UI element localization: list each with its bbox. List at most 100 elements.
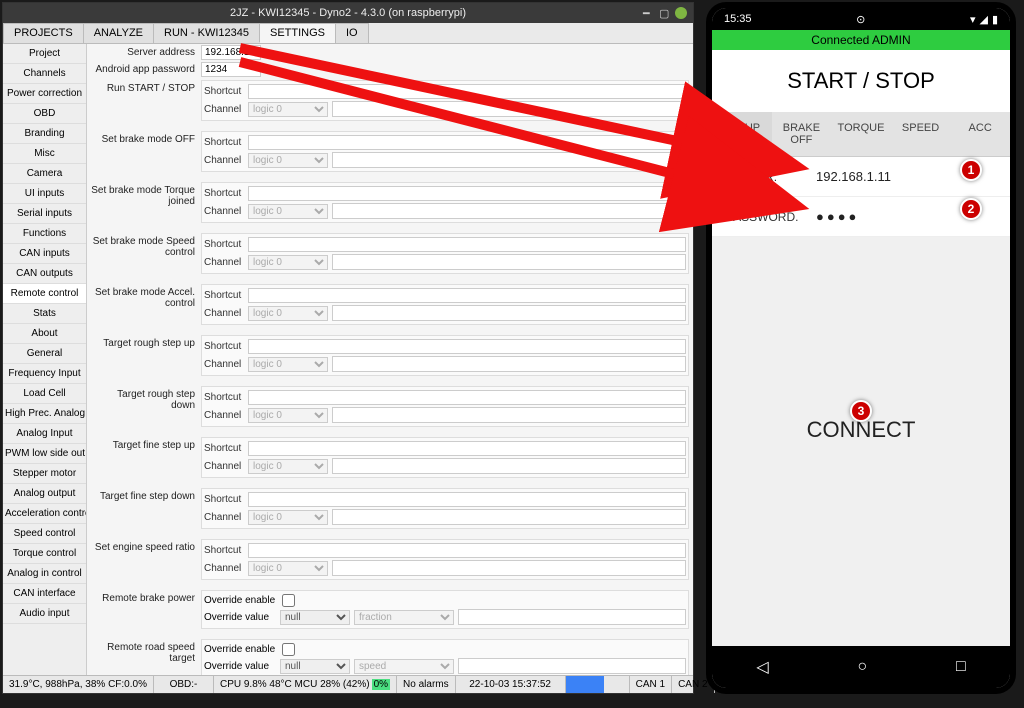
- channel-extra[interactable]: [332, 152, 686, 168]
- sidebar-item-torque-control[interactable]: Torque control: [3, 544, 86, 564]
- ip-value[interactable]: 192.168.1.11: [816, 169, 891, 184]
- override-unit-select[interactable]: fraction: [354, 610, 454, 625]
- sidebar-item-serial-inputs[interactable]: Serial inputs: [3, 204, 86, 224]
- sidebar-item-can-outputs[interactable]: CAN outputs: [3, 264, 86, 284]
- marker-2: 2: [960, 198, 982, 220]
- channel-select[interactable]: logic 0: [248, 255, 328, 270]
- channel-select[interactable]: logic 0: [248, 357, 328, 372]
- override-extra[interactable]: [458, 658, 686, 674]
- channel-select[interactable]: logic 0: [248, 408, 328, 423]
- channel-extra[interactable]: [332, 356, 686, 372]
- override-enable-checkbox[interactable]: [282, 643, 295, 656]
- tab-analyze[interactable]: ANALYZE: [83, 23, 154, 43]
- override-extra[interactable]: [458, 609, 686, 625]
- shortcut-input[interactable]: [248, 135, 686, 150]
- tab-run-kwi12345[interactable]: RUN - KWI12345: [153, 23, 260, 43]
- phone-banner: Connected ADMIN: [712, 30, 1010, 50]
- override-enable-checkbox[interactable]: [282, 594, 295, 607]
- channel-extra[interactable]: [332, 458, 686, 474]
- phone-time: 15:35: [724, 13, 752, 25]
- section-label: Remote brake power: [91, 590, 201, 604]
- sidebar-item-stats[interactable]: Stats: [3, 304, 86, 324]
- server-address-label: Server address: [91, 47, 201, 58]
- sidebar-item-high-prec-analog-in[interactable]: High Prec. Analog In: [3, 404, 86, 424]
- nav-home-icon[interactable]: ○: [857, 658, 867, 676]
- ptab-speed[interactable]: SPEED: [891, 112, 951, 156]
- channel-select[interactable]: logic 0: [248, 561, 328, 576]
- sidebar-item-analog-in-control[interactable]: Analog in control: [3, 564, 86, 584]
- sidebar-item-camera[interactable]: Camera: [3, 164, 86, 184]
- android-password-input[interactable]: [201, 62, 261, 77]
- status-cpu: CPU 9.8% 48°C MCU 28% (42%) 0%: [214, 676, 397, 693]
- sidebar-item-remote-control[interactable]: Remote control: [3, 284, 86, 304]
- tab-projects[interactable]: PROJECTS: [3, 23, 84, 43]
- sidebar-item-channels[interactable]: Channels: [3, 64, 86, 84]
- shortcut-input[interactable]: [248, 390, 686, 405]
- sidebar-item-load-cell[interactable]: Load Cell: [3, 384, 86, 404]
- ptab-acc[interactable]: ACC: [950, 112, 1010, 156]
- sidebar-item-functions[interactable]: Functions: [3, 224, 86, 244]
- shortcut-input[interactable]: [248, 186, 686, 201]
- minimize-icon[interactable]: ━: [643, 7, 653, 17]
- override-unit-select[interactable]: speed: [354, 659, 454, 674]
- titlebar: 2JZ - KWI12345 - Dyno2 - 4.3.0 (on raspb…: [3, 3, 693, 23]
- sidebar-item-ui-inputs[interactable]: UI inputs: [3, 184, 86, 204]
- close-icon[interactable]: [675, 7, 687, 19]
- sidebar-item-project[interactable]: Project: [3, 44, 86, 64]
- sidebar-item-power-correction[interactable]: Power correction: [3, 84, 86, 104]
- status-can1[interactable]: CAN 1: [630, 676, 672, 693]
- shortcut-input[interactable]: [248, 441, 686, 456]
- ptab-brake-off[interactable]: BRAKE OFF: [772, 112, 832, 156]
- channel-extra[interactable]: [332, 305, 686, 321]
- phone-frame: 15:35⊙ ▾ ◢ ▮ Connected ADMIN START / STO…: [706, 2, 1016, 694]
- ptab-setup[interactable]: SETUP: [712, 112, 772, 156]
- section-label: Set brake mode Accel. control: [91, 284, 201, 309]
- sidebar-item-obd[interactable]: OBD: [3, 104, 86, 124]
- nav-recent-icon[interactable]: □: [956, 658, 966, 676]
- sidebar-item-stepper-motor[interactable]: Stepper motor: [3, 464, 86, 484]
- sidebar-item-misc[interactable]: Misc: [3, 144, 86, 164]
- ptab-torque[interactable]: TORQUE: [831, 112, 891, 156]
- shortcut-input[interactable]: [248, 237, 686, 252]
- channel-extra[interactable]: [332, 254, 686, 270]
- channel-extra[interactable]: [332, 407, 686, 423]
- sidebar-item-about[interactable]: About: [3, 324, 86, 344]
- sidebar-item-can-interface[interactable]: CAN interface: [3, 584, 86, 604]
- channel-select[interactable]: logic 0: [248, 306, 328, 321]
- channel-extra[interactable]: [332, 560, 686, 576]
- channel-extra[interactable]: [332, 101, 686, 117]
- android-password-label: Android app password: [91, 64, 201, 75]
- shortcut-input[interactable]: [248, 339, 686, 354]
- sidebar-item-general[interactable]: General: [3, 344, 86, 364]
- signal-icon: ◢: [979, 13, 987, 26]
- shortcut-input[interactable]: [248, 492, 686, 507]
- shortcut-input[interactable]: [248, 84, 686, 99]
- nav-back-icon[interactable]: ◁: [756, 657, 768, 677]
- channel-extra[interactable]: [332, 509, 686, 525]
- shortcut-input[interactable]: [248, 543, 686, 558]
- password-value[interactable]: ●●●●: [816, 209, 859, 224]
- sidebar-item-frequency-input[interactable]: Frequency Input: [3, 364, 86, 384]
- server-address-input[interactable]: [201, 45, 261, 60]
- sidebar-item-branding[interactable]: Branding: [3, 124, 86, 144]
- sidebar-item-analog-output[interactable]: Analog output: [3, 484, 86, 504]
- channel-select[interactable]: logic 0: [248, 204, 328, 219]
- channel-extra[interactable]: [332, 203, 686, 219]
- maximize-icon[interactable]: ▢: [659, 7, 669, 17]
- ip-label: IP ADDR.: [726, 170, 816, 184]
- sidebar-item-analog-input[interactable]: Analog Input: [3, 424, 86, 444]
- sidebar-item-speed-control[interactable]: Speed control: [3, 524, 86, 544]
- override-value-select[interactable]: null: [280, 610, 350, 625]
- shortcut-input[interactable]: [248, 288, 686, 303]
- channel-select[interactable]: logic 0: [248, 510, 328, 525]
- override-value-select[interactable]: null: [280, 659, 350, 674]
- channel-select[interactable]: logic 0: [248, 459, 328, 474]
- sidebar-item-pwm-low-side-out[interactable]: PWM low side out: [3, 444, 86, 464]
- sidebar-item-audio-input[interactable]: Audio input: [3, 604, 86, 624]
- tab-settings[interactable]: SETTINGS: [259, 23, 336, 43]
- sidebar-item-acceleration-control[interactable]: Acceleration control: [3, 504, 86, 524]
- channel-select[interactable]: logic 0: [248, 153, 328, 168]
- sidebar-item-can-inputs[interactable]: CAN inputs: [3, 244, 86, 264]
- channel-select[interactable]: logic 0: [248, 102, 328, 117]
- tab-io[interactable]: IO: [335, 23, 369, 43]
